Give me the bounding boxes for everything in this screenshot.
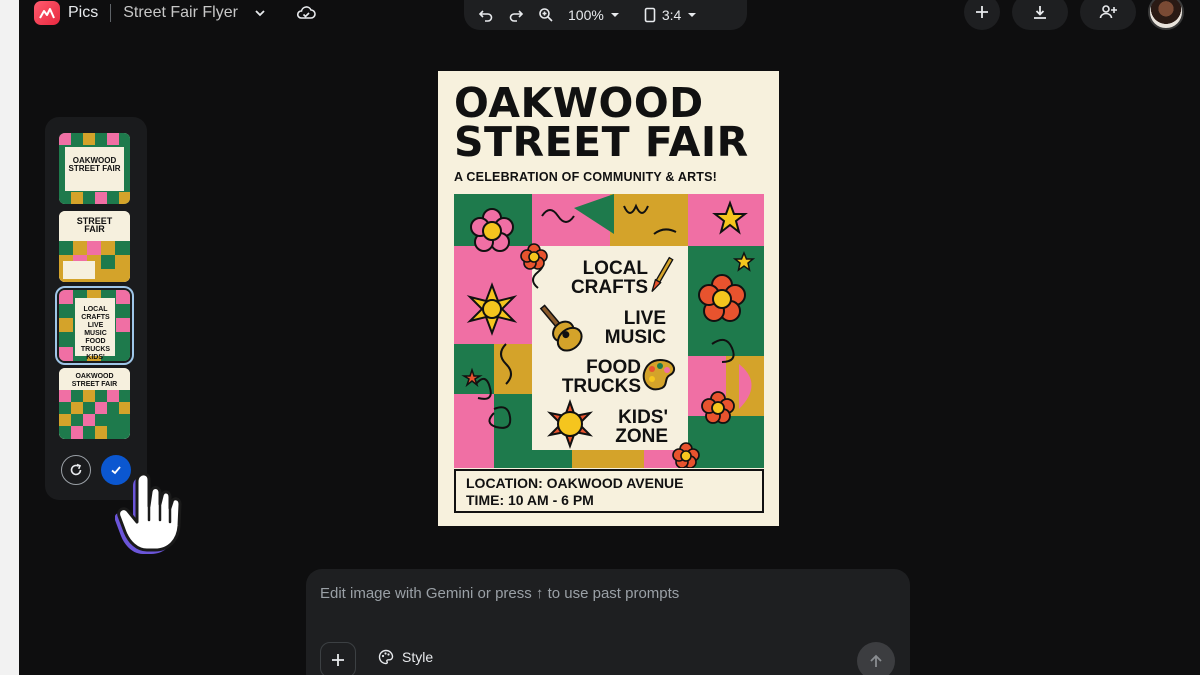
hand-cursor-icon [115, 472, 182, 554]
download-button[interactable] [1012, 0, 1068, 30]
feature-line: CRAFTS [570, 277, 648, 298]
thumbnail-label: STREET FAIR [76, 216, 113, 234]
poster-title: OAKWOOD STREET FAIR [454, 83, 764, 166]
feature-live-music: LIVE MUSIC [588, 309, 666, 347]
zoom-dropdown[interactable]: 100% [568, 7, 620, 23]
arrow-up-icon [870, 654, 882, 667]
feature-kids-zone: KIDS' ZONE [598, 408, 668, 446]
variants-panel: OAKWOOD STREET FAIR STREET FAIR LOCAL CR… [45, 117, 147, 500]
feature-line: TRUCKS [561, 376, 641, 397]
poster-location: LOCATION: OAKWOOD AVENUE [466, 475, 684, 491]
flyer-canvas[interactable]: OAKWOOD STREET FAIR A CELEBRATION OF COM… [438, 71, 779, 526]
feature-line: LOCAL [582, 258, 648, 279]
variant-thumbnail-4[interactable]: OAKWOOD STREET FAIR [59, 368, 130, 439]
feature-food-trucks: FOOD TRUCKS [541, 358, 641, 396]
thumbnail-label: OAKWOOD STREET FAIR [65, 155, 124, 175]
variant-thumbnail-2[interactable]: STREET FAIR [59, 211, 130, 282]
prompt-input[interactable] [320, 585, 880, 602]
zoom-level: 100% [568, 7, 604, 23]
feature-line: FOOD [586, 357, 641, 378]
plus-icon [332, 654, 344, 666]
aspect-ratio-dropdown[interactable]: 3:4 [644, 7, 697, 23]
refresh-icon [70, 463, 82, 476]
divider [110, 4, 112, 22]
palette-icon [378, 649, 394, 665]
avatar[interactable] [1148, 0, 1184, 30]
regenerate-button[interactable] [61, 455, 91, 485]
style-button[interactable]: Style [378, 649, 433, 665]
canvas-toolbar: 100% 3:4 [464, 0, 747, 30]
portrait-icon [644, 7, 656, 23]
feature-line: KIDS' [618, 407, 668, 428]
poster-time: TIME: 10 AM - 6 PM [466, 492, 594, 508]
poster-subtitle: A CELEBRATION OF COMMUNITY & ARTS! [454, 170, 718, 184]
brand: Pics Street Fair Flyer [34, 0, 316, 26]
share-button[interactable] [1080, 0, 1136, 30]
chevron-down-icon [688, 13, 697, 17]
thumbnail-label: LOCAL CRAFTS LIVE MUSIC FOOD TRUCKS KIDS… [80, 306, 111, 361]
right-toolbar [964, 0, 1184, 30]
variant-thumbnail-3[interactable]: LOCAL CRAFTS LIVE MUSIC FOOD TRUCKS KIDS… [55, 286, 134, 365]
add-attachment-button[interactable] [320, 642, 356, 675]
document-title[interactable]: Street Fair Flyer [123, 4, 238, 22]
feature-line: ZONE [615, 426, 668, 447]
cloud-sync-icon[interactable] [296, 6, 316, 20]
chevron-down-icon[interactable] [254, 7, 266, 19]
poster-location-box: LOCATION: OAKWOOD AVENUE TIME: 10 AM - 6… [454, 469, 764, 513]
poster-title-line-2: STREET FAIR [454, 118, 749, 166]
aspect-ratio-value: 3:4 [661, 7, 682, 23]
add-person-icon [1099, 5, 1117, 19]
plus-icon [976, 6, 988, 18]
variant-thumbnail-1[interactable]: OAKWOOD STREET FAIR [59, 133, 130, 204]
top-bar: Pics Street Fair Flyer 100% 3:4 [19, 0, 1200, 30]
send-button[interactable] [857, 642, 895, 675]
app-window: Pics Street Fair Flyer 100% 3:4 OAKWOOD … [19, 0, 1200, 675]
thumbnail-label: OAKWOOD STREET FAIR [71, 373, 118, 388]
undo-icon[interactable] [478, 7, 494, 23]
feature-line: MUSIC [604, 327, 666, 348]
feature-local-crafts: LOCAL CRAFTS [554, 259, 648, 297]
redo-icon[interactable] [508, 7, 524, 23]
download-icon [1034, 6, 1046, 19]
app-name: Pics [68, 4, 99, 21]
feature-line: LIVE [623, 308, 666, 329]
style-label: Style [402, 649, 434, 665]
add-button[interactable] [964, 0, 1000, 30]
zoom-icon[interactable] [538, 7, 554, 23]
prompt-box: Style [306, 569, 910, 675]
pics-logo-icon[interactable] [34, 1, 60, 25]
chevron-down-icon [610, 13, 619, 17]
